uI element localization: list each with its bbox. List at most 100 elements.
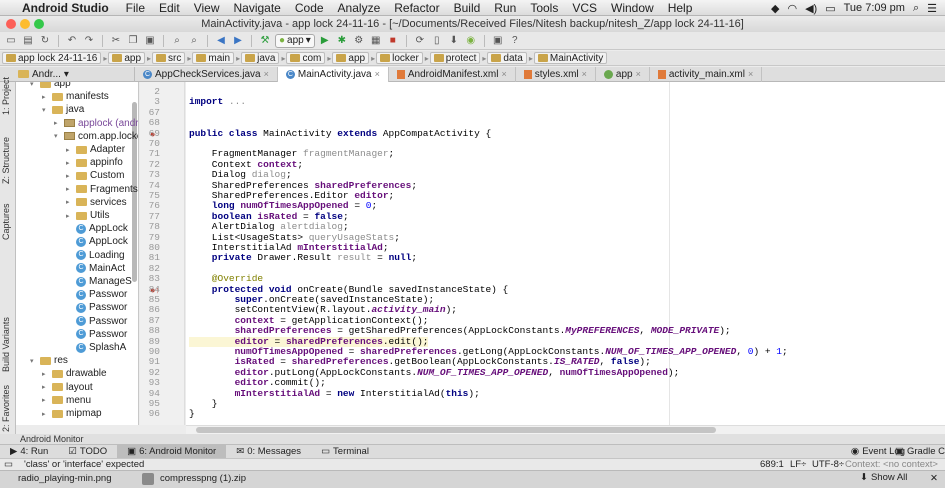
collapsed-arrow-icon[interactable]: ▸ — [42, 93, 49, 101]
minimize-window-button[interactable] — [20, 19, 30, 29]
make-project-icon[interactable]: ⚒ — [258, 34, 272, 48]
redo-icon[interactable]: ↷ — [82, 34, 96, 48]
attach-debugger-icon[interactable]: ⚙ — [352, 34, 366, 48]
tab-mainactivity-java[interactable]: C MainActivity.java × — [277, 66, 389, 82]
tree-node[interactable]: C AppLock — [66, 222, 128, 235]
open-folder-icon[interactable]: ▭ — [4, 34, 18, 48]
copy-icon[interactable]: ❐ — [126, 34, 140, 48]
menu-build[interactable]: Build — [454, 1, 481, 15]
volume-icon[interactable]: ◀) — [805, 2, 817, 15]
collapsed-arrow-icon[interactable]: ▸ — [42, 383, 49, 391]
file-encoding[interactable]: UTF-8÷ — [812, 459, 844, 470]
tree-node[interactable]: ▸ Adapter — [66, 143, 125, 156]
tree-node[interactable]: C MainAct — [66, 262, 125, 275]
menu-edit[interactable]: Edit — [159, 1, 180, 15]
close-icon[interactable]: × — [264, 69, 269, 79]
close-icon[interactable]: × — [582, 69, 587, 79]
build-variants-tool-tab[interactable]: Build Variants — [1, 317, 11, 372]
android-device-monitor-icon[interactable]: ◉ — [464, 34, 478, 48]
tree-node[interactable]: C Passwor — [66, 288, 127, 301]
tab-app[interactable]: app × — [596, 66, 650, 82]
collapsed-arrow-icon[interactable]: ▸ — [54, 119, 61, 127]
menu-code[interactable]: Code — [295, 1, 324, 15]
dropbox-icon[interactable]: ◆ — [771, 2, 779, 15]
show-all-downloads[interactable]: ⬇ Show All — [860, 472, 907, 483]
sync-icon[interactable]: ↻ — [38, 34, 52, 48]
collapsed-arrow-icon[interactable]: ▸ — [66, 198, 73, 206]
close-icon[interactable]: × — [748, 69, 753, 79]
collapsed-arrow-icon[interactable]: ▸ — [66, 146, 73, 154]
collapsed-arrow-icon[interactable]: ▸ — [42, 410, 49, 418]
breadcrumb-item[interactable]: protect — [429, 52, 481, 64]
tree-node[interactable]: ▸ services — [66, 196, 127, 209]
favorites-tool-tab[interactable]: 2: Favorites — [1, 385, 11, 432]
menu-help[interactable]: Help — [668, 1, 693, 15]
tree-node[interactable]: ▸ layout — [42, 381, 93, 394]
sdk-manager-icon[interactable]: ⬇ — [447, 34, 461, 48]
tree-node[interactable]: ▸ manifests — [42, 90, 109, 103]
tree-node[interactable]: ▸ Custom — [66, 169, 124, 182]
expanded-arrow-icon[interactable]: ▾ — [30, 82, 37, 88]
tab-styles-xml[interactable]: styles.xml × — [516, 66, 596, 82]
tree-node[interactable]: C ManageS — [66, 275, 132, 288]
tree-node[interactable]: ▸ Utils — [66, 209, 109, 222]
tool-tab-todo[interactable]: ☑ TODO — [58, 445, 117, 459]
tool-tab-terminal[interactable]: ▭ Terminal — [311, 445, 379, 459]
stop-icon[interactable]: ■ — [386, 34, 400, 48]
code-line[interactable]: } — [189, 409, 195, 419]
collapsed-arrow-icon[interactable]: ▸ — [66, 172, 73, 180]
structure-tool-tab[interactable]: Z: Structure — [1, 137, 11, 184]
code-line[interactable]: mInterstitialAd = new InterstitialAd(thi… — [189, 388, 480, 399]
find-icon[interactable]: ⌕ — [170, 34, 184, 48]
breadcrumb-item[interactable]: app — [332, 52, 370, 64]
expanded-arrow-icon[interactable]: ▾ — [30, 357, 37, 365]
caret-position[interactable]: 689:1 — [760, 459, 784, 470]
collapsed-arrow-icon[interactable]: ▸ — [66, 185, 73, 193]
menu-refactor[interactable]: Refactor — [394, 1, 439, 15]
close-window-button[interactable] — [6, 19, 16, 29]
tree-node[interactable]: C Passwor — [66, 301, 127, 314]
notification-center-icon[interactable]: ☰ — [927, 2, 937, 15]
tree-node[interactable]: C SplashA — [66, 341, 126, 354]
code-line[interactable]: private Drawer.Result result = null; — [189, 253, 417, 263]
tree-node[interactable]: C Passwor — [66, 315, 127, 328]
menu-run[interactable]: Run — [494, 1, 516, 15]
code-line[interactable]: public class MainActivity extends AppCom… — [189, 128, 491, 139]
close-icon[interactable]: × — [501, 69, 506, 79]
download-item[interactable]: radio_playing-min.png — [18, 473, 111, 484]
debug-icon[interactable]: ✱ — [335, 34, 349, 48]
tool-tab-4-run[interactable]: ▶ 4: Run — [0, 445, 58, 459]
collapsed-arrow-icon[interactable]: ▸ — [42, 370, 49, 378]
tree-node[interactable]: C AppLock — [66, 235, 128, 248]
tree-node[interactable]: ▸ appinfo — [66, 156, 123, 169]
collapsed-arrow-icon[interactable]: ▸ — [66, 212, 73, 220]
gradle-sync-icon[interactable]: ⟳ — [413, 34, 427, 48]
tree-node[interactable]: ▾ java — [42, 103, 84, 116]
captures-tool-tab[interactable]: Captures — [1, 203, 11, 240]
status-toggle-icon[interactable]: ▭ — [4, 459, 13, 470]
tree-node[interactable]: ▾ app — [30, 82, 71, 90]
expanded-arrow-icon[interactable]: ▾ — [42, 106, 49, 114]
tool-tab-6-android-monitor[interactable]: ▣ 6: Android Monitor — [117, 444, 227, 459]
tree-node[interactable]: C Passwor — [66, 328, 127, 341]
replace-icon[interactable]: ⌕ — [187, 34, 201, 48]
tool-tab-0-messages[interactable]: ✉ 0: Messages — [226, 445, 311, 459]
breadcrumb-item[interactable]: src — [152, 52, 186, 64]
tree-node[interactable]: C Loading — [66, 249, 125, 262]
breadcrumb-item[interactable]: app lock 24-11-16 — [2, 52, 102, 64]
project-structure-icon[interactable]: ▣ — [491, 34, 505, 48]
tree-node[interactable]: ▾com.app.locker — [54, 130, 138, 143]
zoom-window-button[interactable] — [34, 19, 44, 29]
avd-manager-icon[interactable]: ▯ — [430, 34, 444, 48]
context-indicator[interactable]: Context: <no context> — [845, 459, 938, 470]
project-view-selector[interactable]: Andr... ▾ — [0, 66, 135, 82]
menu-navigate[interactable]: Navigate — [233, 1, 280, 15]
menu-file[interactable]: File — [126, 1, 145, 15]
breadcrumb-item[interactable]: main — [192, 52, 235, 64]
menu-view[interactable]: View — [194, 1, 220, 15]
forward-icon[interactable]: ▶ — [231, 34, 245, 48]
app-name-menu[interactable]: Android Studio — [22, 1, 109, 15]
close-icon[interactable]: × — [636, 69, 641, 79]
collapsed-arrow-icon[interactable]: ▸ — [42, 396, 49, 404]
gradle-console-tab[interactable]: ▣ Gradle C — [895, 446, 945, 457]
